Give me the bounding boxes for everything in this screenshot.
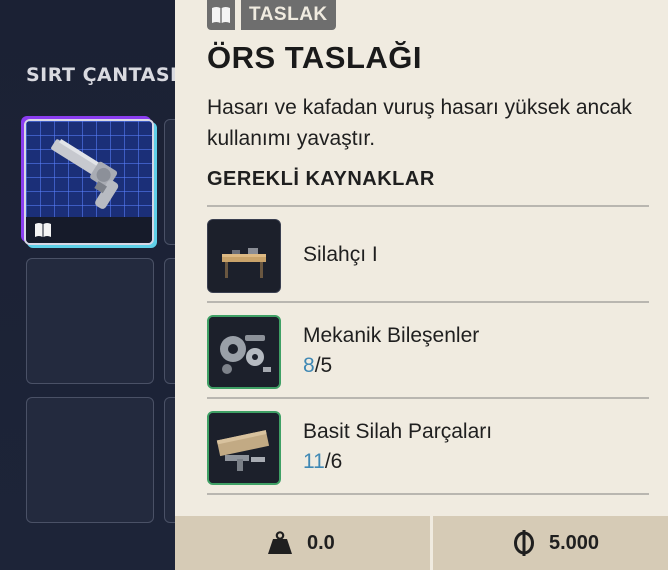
requirements-heading: GEREKLİ KAYNAKLAR: [207, 168, 435, 190]
inventory-slot[interactable]: [26, 258, 154, 384]
resource-need: 6: [330, 450, 343, 473]
resource-name: Mekanik Bileşenler: [303, 324, 480, 347]
item-type-label: TASLAK: [241, 0, 336, 30]
resource-name: Basit Silah Parçaları: [303, 420, 493, 443]
mechanical-parts-icon: [207, 315, 281, 389]
inventory-slot[interactable]: [26, 397, 154, 523]
resource-count: 8/5: [303, 354, 332, 378]
value-stat: 5.000: [513, 516, 599, 570]
item-footer: 0.0 5.000: [175, 516, 668, 570]
weapon-parts-icon: [207, 411, 281, 485]
resource-row-weapon-parts: Basit Silah Parçaları 11/6: [207, 398, 649, 494]
workbench-icon: [207, 219, 281, 293]
revolver-icon: [51, 138, 119, 209]
inventory-title: SIRT ÇANTASI: [26, 64, 178, 86]
resource-have: 8: [303, 354, 315, 377]
resource-have: 11: [303, 450, 325, 473]
weight-stat: 0.0: [267, 516, 335, 570]
inventory-slot-selected[interactable]: [24, 119, 154, 245]
weight-value: 0.0: [307, 531, 335, 554]
resource-name: Silahçı I: [303, 243, 378, 266]
blueprint-book-icon: [207, 0, 235, 30]
inventory-panel: SIRT ÇANTASI: [0, 0, 204, 570]
item-title: ÖRS TASLAĞI: [207, 40, 423, 75]
footer-divider: [430, 516, 433, 570]
resource-count: 11/6: [303, 450, 342, 474]
value-amount: 5.000: [549, 531, 600, 554]
item-type-badge: TASLAK: [207, 0, 336, 30]
resource-row-mechanical: Mekanik Bileşenler 8/5: [207, 302, 649, 398]
blueprint-book-icon: [35, 223, 51, 237]
item-detail-panel: TASLAK ÖRS TASLAĞI Hasarı ve kafadan vur…: [175, 0, 668, 570]
divider: [207, 493, 649, 495]
slot-footer: [26, 217, 152, 243]
item-description: Hasarı ve kafadan vuruş hasarı yüksek an…: [207, 96, 632, 150]
coin-icon: [514, 530, 534, 556]
weight-icon: [268, 531, 292, 554]
resource-need: 5: [320, 354, 333, 377]
resource-row-workbench: Silahçı I: [207, 206, 649, 302]
